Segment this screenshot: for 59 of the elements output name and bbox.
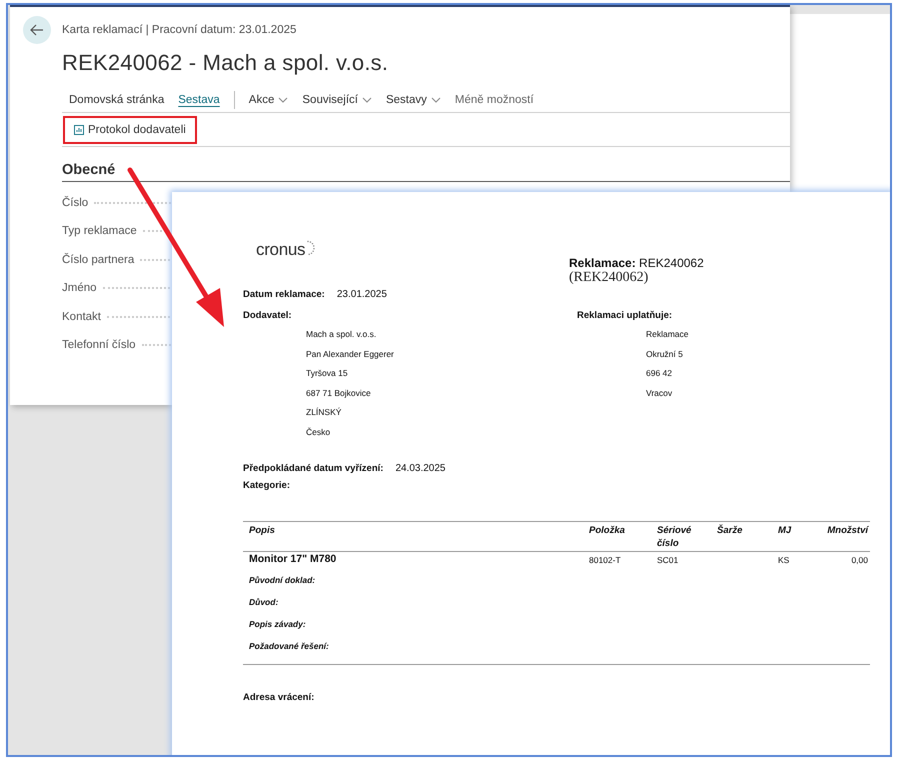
logo-text: cronus (256, 240, 306, 260)
field-label: Kategorie: (243, 480, 290, 491)
address-line: Tyršova 15 (306, 368, 349, 380)
detail-label: Požadované řešení: (249, 641, 330, 653)
field-label: Číslo partnera (62, 254, 134, 266)
menu-button[interactable]: Související (302, 94, 372, 106)
field-label: Datum reklamace: (243, 289, 325, 300)
address-line: 696 42 (646, 368, 673, 380)
back-button[interactable] (23, 16, 51, 44)
address-line: Mach a spol. v.o.s. (306, 329, 378, 341)
address-line: Pan Alexander Eggerer (306, 348, 395, 361)
report-subtitle: (REK240062) (569, 270, 650, 286)
section-title: Obecné (62, 162, 790, 182)
detail-label: Původní doklad: (249, 575, 316, 587)
field-label: Předpokládané datum vyřízení: (243, 463, 384, 474)
address-line: Okružní 5 (646, 348, 684, 360)
address-line: ZLÍNSKÝ (306, 407, 342, 419)
tab[interactable]: Sestava (178, 94, 220, 106)
field-value: 23.01.2025 (336, 289, 387, 300)
field-value: 24.03.2025 (395, 463, 446, 474)
field-label: Kontakt (62, 310, 101, 323)
back-arrow-icon (30, 24, 44, 36)
field-label: Typ reklamace (62, 225, 137, 238)
field-label: Telefonní číslo (62, 339, 136, 352)
address-line: Česko (306, 426, 332, 438)
dotted-arc-icon (306, 240, 316, 256)
column-header: Sériové číslo (657, 524, 692, 550)
column-header: Položka (589, 524, 626, 538)
table-cell-text: SC01 (657, 554, 680, 565)
menu-button[interactable]: Méně možností (454, 94, 534, 106)
report-icon (74, 124, 84, 134)
breadcrumb: Karta reklamací | Pracovní datum: 23.01.2025 (62, 24, 296, 36)
chevron-icon (430, 97, 441, 103)
table-cell-text: 0,00 (850, 554, 868, 565)
address-line: 687 71 Bojkovice (306, 388, 372, 400)
report-title: Reklamace: REK240062 (569, 256, 704, 270)
table-cell-text: Monitor 17" M780 (249, 552, 338, 565)
column-header: MJ (778, 524, 792, 538)
field-label: Reklamaci uplatňuje: (577, 310, 674, 321)
table-cell-text: 80102-T (589, 554, 622, 565)
field-label: Číslo (62, 196, 88, 209)
menu-button[interactable]: Akce (248, 94, 288, 106)
detail-label: Popis závady: (249, 619, 307, 631)
address-line: Vracov (646, 388, 674, 400)
field-label: Adresa vrácení: (243, 692, 314, 703)
detail-label: Důvod: (249, 597, 280, 609)
column-header: Popis (249, 524, 276, 538)
tab[interactable]: Domovská stránka (69, 94, 164, 106)
column-header: Množství (826, 524, 868, 538)
address-line: Reklamace (646, 329, 689, 341)
field-label: Dodavatel: (243, 310, 293, 321)
report-button[interactable]: Protokol dodavateli (73, 124, 187, 136)
field-label: Jméno (62, 282, 97, 294)
chevron-icon (362, 97, 372, 103)
menu-button[interactable]: Sestavy (386, 94, 441, 106)
chevron-icon (278, 97, 288, 103)
column-header: Šarže (717, 524, 744, 538)
page-title: REK240062 - Mach a spol. v.o.s. (62, 50, 390, 76)
table-cell-text: KS (778, 554, 790, 565)
